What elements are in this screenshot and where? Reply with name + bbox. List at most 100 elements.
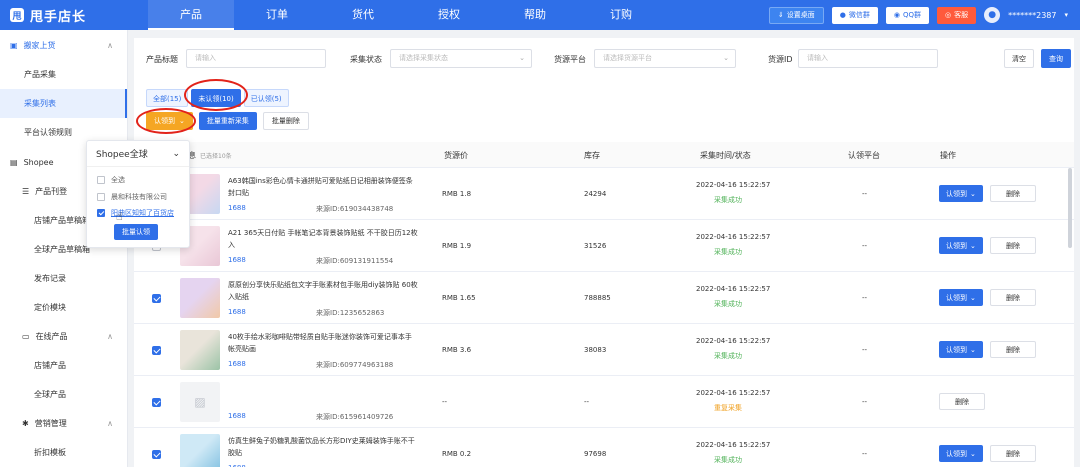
popup-store-option[interactable]: 晨和科技有限公司 [97,192,167,202]
sidebar-group-move-listing[interactable]: ▣ 搬家上货 ∧ [0,30,127,60]
qq-group-label: QQ群 [902,11,922,19]
chevron-down-icon[interactable]: ▾ [1064,11,1068,19]
row-checkbox[interactable] [152,398,161,407]
table-row: 仿真生鲜兔子奶糖乳酸菌饮品长方形DIY史莱姆装饰手账不干胶贴 1688 RMB … [134,428,1074,467]
qq-group-button[interactable]: ◉ QQ群 [885,6,930,24]
sidebar-item-discount-template[interactable]: 折扣模板 [0,438,127,467]
chevron-down-icon: ⌄ [172,148,180,159]
batch-delete-button[interactable]: 批量删除 [262,112,309,130]
checkbox[interactable] [97,209,105,217]
product-title[interactable]: 40枚手绘水彩咖啡贴带轻质自贴手账迷你装饰可爱记事本手帐亮贴画 [228,331,418,355]
clear-button[interactable]: 清空 [1004,49,1034,68]
brand-logo-icon: 甩 [10,8,24,22]
batch-claim-button[interactable]: 批量认领 [114,224,158,240]
col-operations: 操作 [940,151,956,160]
collect-time: 2022-04-16 15:22:57 [696,233,771,241]
source-platform[interactable]: 1688 [228,360,246,368]
highlight-ring-claim-to [136,108,196,134]
monitor-icon: ▭ [22,332,30,341]
wechat-group-button[interactable]: ● 微信群 [831,6,878,24]
delete-button[interactable]: 删除 [990,445,1036,462]
product-title[interactable]: A21 365天日付贴 手帐笔记本背景装饰贴纸 不干胶日历12枚入 [228,227,418,251]
list-icon: ☰ [22,187,30,196]
col-stock: 库存 [584,151,600,160]
source-id: 来源ID:615961409726 [316,413,394,421]
source-platform[interactable]: 1688 [228,204,246,212]
product-title[interactable]: A63韩国ins彩色心情卡通拼贴可爱贴纸日记相册装饰便签条封口贴 [228,175,418,199]
status-select[interactable]: 请选择采集状态 ⌄ [390,49,532,68]
sidebar-sub-online[interactable]: ▭ 在线产品 ∧ [0,322,127,351]
product-thumbnail[interactable] [180,434,220,467]
nav-help[interactable]: 帮助 [492,0,578,30]
product-thumbnail[interactable]: ▨ [180,382,220,422]
source-platform[interactable]: 1688 [228,256,246,264]
popup-select-all[interactable]: 全选 [97,175,125,185]
nav-orders[interactable]: 订单 [234,0,320,30]
box-icon: ▣ [10,40,18,50]
sidebar-item-publish-log[interactable]: 发布记录 [0,264,127,293]
platform-select[interactable]: 请选择货源平台 ⌄ [594,49,736,68]
stock: 788885 [584,294,611,302]
delete-button[interactable]: 删除 [990,341,1036,358]
sidebar-item-pricing[interactable]: 定价模块 [0,293,127,322]
sidebar-sub-label: 营销管理 [34,419,67,428]
delete-button[interactable]: 删除 [990,237,1036,254]
avatar[interactable]: ● [984,7,1001,23]
delete-button[interactable]: 删除 [939,393,985,410]
row-checkbox[interactable] [152,450,161,459]
delete-button[interactable]: 删除 [990,289,1036,306]
chevron-up-icon: ∧ [107,419,113,428]
collect-status: 采集成功 [714,456,742,464]
claim-to-button[interactable]: 认领到 ⌄ [939,185,983,202]
brand[interactable]: 甩 甩手店长 [0,6,128,25]
collect-time: 2022-04-16 15:22:57 [696,389,771,397]
source-price: -- [442,398,448,406]
delete-button[interactable]: 删除 [990,185,1036,202]
product-thumbnail[interactable] [180,278,220,318]
nav-subscribe[interactable]: 订购 [578,0,664,30]
checkbox[interactable] [97,176,105,184]
source-platform[interactable]: 1688 [228,412,246,420]
sidebar-item-shop-products[interactable]: 店铺产品 [0,351,127,380]
table-row: A21 365天日付贴 手帐笔记本背景装饰贴纸 不干胶日历12枚入 1688 来… [134,220,1074,272]
search-button[interactable]: 查询 [1041,49,1071,68]
customer-service-button[interactable]: ◎ 客服 [937,6,977,24]
sidebar-item-collect[interactable]: 产品采集 [0,60,127,89]
nav-products[interactable]: 产品 [148,0,234,30]
title-input[interactable]: 请输入 [186,49,326,68]
row-checkbox[interactable] [152,346,161,355]
claim-to-button[interactable]: 认领到 ⌄ [939,237,983,254]
source-id-input[interactable]: 请输入 [798,49,938,68]
checkbox[interactable] [97,193,105,201]
username[interactable]: *******2387 [1008,11,1056,20]
popup-region-select[interactable]: Shopee全球 ⌄ [87,141,189,167]
nav-authorize[interactable]: 授权 [406,0,492,30]
sidebar-item-collect-list[interactable]: 采集列表 [0,89,127,118]
collect-status: 采集成功 [714,352,742,360]
claim-platform: -- [862,346,868,354]
row-checkbox[interactable] [152,294,161,303]
product-title[interactable]: 仿真生鲜兔子奶糖乳酸菌饮品长方形DIY史莱姆装饰手账不干胶贴 [228,435,418,459]
claim-to-label: 认领到 [946,293,967,302]
tab-claimed[interactable]: 已认领(5) [243,89,289,107]
tab-all[interactable]: 全部(15) [146,89,189,107]
nav-forwarder[interactable]: 货代 [320,0,406,30]
claim-to-button[interactable]: 认领到 ⌄ [939,445,983,462]
sidebar-sub-marketing[interactable]: ✱ 营销管理 ∧ [0,409,127,438]
collect-status: 采集成功 [714,300,742,308]
source-id: 来源ID:1235652863 [316,309,385,317]
product-title[interactable]: 原原创分享快乐贴纸包文字手账素材包手账用diy装饰贴 60枚入贴纸 [228,279,418,303]
sidebar-item-global-products[interactable]: 全球产品 [0,380,127,409]
source-platform[interactable]: 1688 [228,308,246,316]
customer-service-label: 客服 [954,11,969,19]
collect-time: 2022-04-16 15:22:57 [696,285,771,293]
popup-store-option[interactable]: 阳曲区知知了百货店 [97,208,174,218]
claim-to-button[interactable]: 认领到 ⌄ [939,289,983,306]
table-scrollbar[interactable] [1068,168,1072,248]
claim-to-button[interactable]: 认领到 ⌄ [939,341,983,358]
claim-store-popup: Shopee全球 ⌄ 全选 晨和科技有限公司 阳曲区知知了百货店 批量认领 [86,140,190,248]
desktop-shortcut-button[interactable]: ⇓ 设置桌面 [768,6,824,24]
batch-recollect-button[interactable]: 批量重新采集 [198,112,257,130]
highlight-ring-unclaimed [184,79,248,111]
product-thumbnail[interactable] [180,330,220,370]
